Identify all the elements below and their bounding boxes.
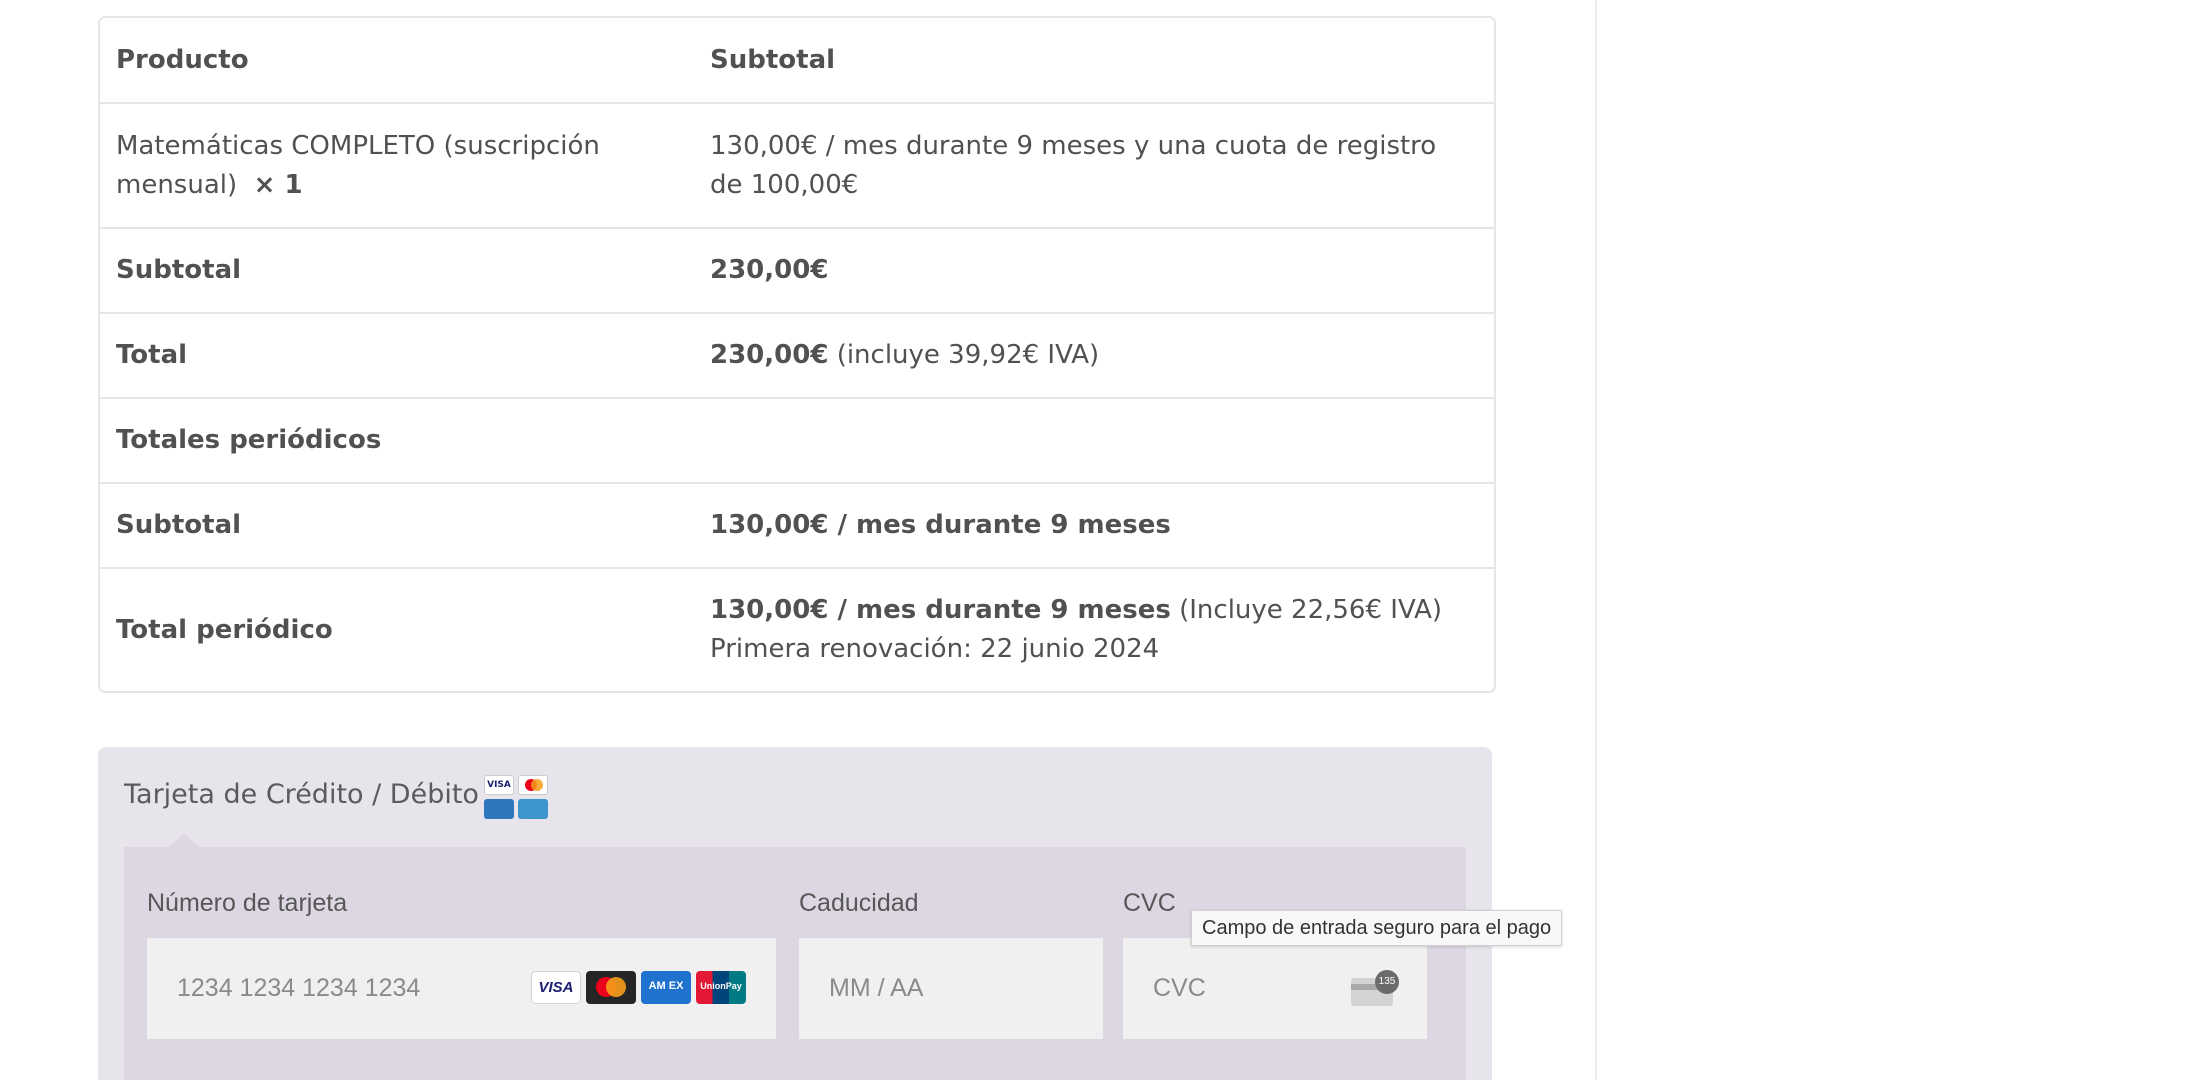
recurring-total-label: Total periódico: [116, 614, 333, 645]
cvc-label: CVC: [1123, 889, 1176, 917]
payment-box-notch: [168, 833, 200, 848]
payment-method-title[interactable]: Tarjeta de Crédito / Débito: [124, 779, 479, 810]
order-review-table: Producto Subtotal Matemáticas COMPLETO (…: [98, 16, 1496, 693]
secure-field-tooltip: Campo de entrada seguro para el pago: [1191, 910, 1563, 946]
card-brands: VISA AM EX UnionPay: [531, 971, 746, 1004]
table-row: Total periódico 130,00€ / mes durante 9 …: [100, 567, 1494, 691]
total-cell: 230,00€ (incluye 39,92€ IVA): [710, 336, 1494, 375]
product-cell: Matemáticas COMPLETO (suscripción mensua…: [100, 127, 710, 205]
recurring-subtotal-value: 130,00€ / mes durante 9 meses: [710, 510, 1171, 540]
subtotal-label: Subtotal: [116, 255, 242, 285]
table-row: Matemáticas COMPLETO (suscripción mensua…: [100, 102, 1494, 227]
recurring-totals-heading: Totales periódicos: [116, 425, 382, 455]
unionpay-icon: UnionPay: [696, 971, 746, 1004]
header-subtotal: Subtotal: [710, 44, 836, 75]
amex-icon: [484, 799, 514, 819]
table-row: Total 230,00€ (incluye 39,92€ IVA): [100, 312, 1494, 397]
subtotal-value: 230,00€: [710, 255, 829, 285]
mastercard-icon: [586, 971, 636, 1004]
card-brand-icon: [518, 799, 548, 819]
cvc-card-icon: 135: [1351, 970, 1399, 1006]
recurring-subtotal-label: Subtotal: [116, 510, 242, 540]
mastercard-icon: [518, 775, 548, 795]
expiry-input[interactable]: [799, 938, 1103, 1039]
product-name: Matemáticas COMPLETO (suscripción mensua…: [116, 130, 600, 200]
recurring-total-cell: 130,00€ / mes durante 9 meses (Incluye 2…: [710, 591, 1494, 669]
product-price: 130,00€ / mes durante 9 meses y una cuot…: [710, 130, 1437, 200]
total-tax: (incluye 39,92€ IVA): [836, 340, 1100, 370]
cvc-field[interactable]: 135: [1123, 938, 1427, 1039]
header-product: Producto: [116, 44, 249, 75]
visa-icon: VISA: [531, 971, 581, 1004]
recurring-total-value: 130,00€ / mes durante 9 meses: [710, 595, 1171, 625]
product-quantity: × 1: [253, 169, 303, 200]
cvc-badge: 135: [1375, 970, 1399, 994]
page-divider: [1595, 0, 1597, 1080]
amex-icon: AM EX: [641, 971, 691, 1004]
table-header-row: Producto Subtotal: [100, 18, 1494, 102]
card-number-field[interactable]: VISA AM EX UnionPay: [147, 938, 776, 1039]
visa-icon: VISA: [484, 775, 514, 795]
total-label: Total: [116, 340, 188, 370]
first-renewal-date: Primera renovación: 22 junio 2024: [710, 634, 1160, 664]
accepted-cards-icon: VISA: [484, 775, 550, 819]
total-value: 230,00€: [710, 340, 829, 370]
card-form: Número de tarjeta VISA AM EX UnionPay Ca…: [124, 847, 1466, 1080]
recurring-total-tax: (Incluye 22,56€ IVA): [1179, 595, 1443, 625]
expiry-label: Caducidad: [799, 889, 919, 917]
table-row: Totales periódicos: [100, 397, 1494, 482]
table-row: Subtotal 130,00€ / mes durante 9 meses: [100, 482, 1494, 567]
table-row: Subtotal 230,00€: [100, 227, 1494, 312]
card-number-label: Número de tarjeta: [147, 889, 348, 917]
expiry-field[interactable]: [799, 938, 1103, 1039]
